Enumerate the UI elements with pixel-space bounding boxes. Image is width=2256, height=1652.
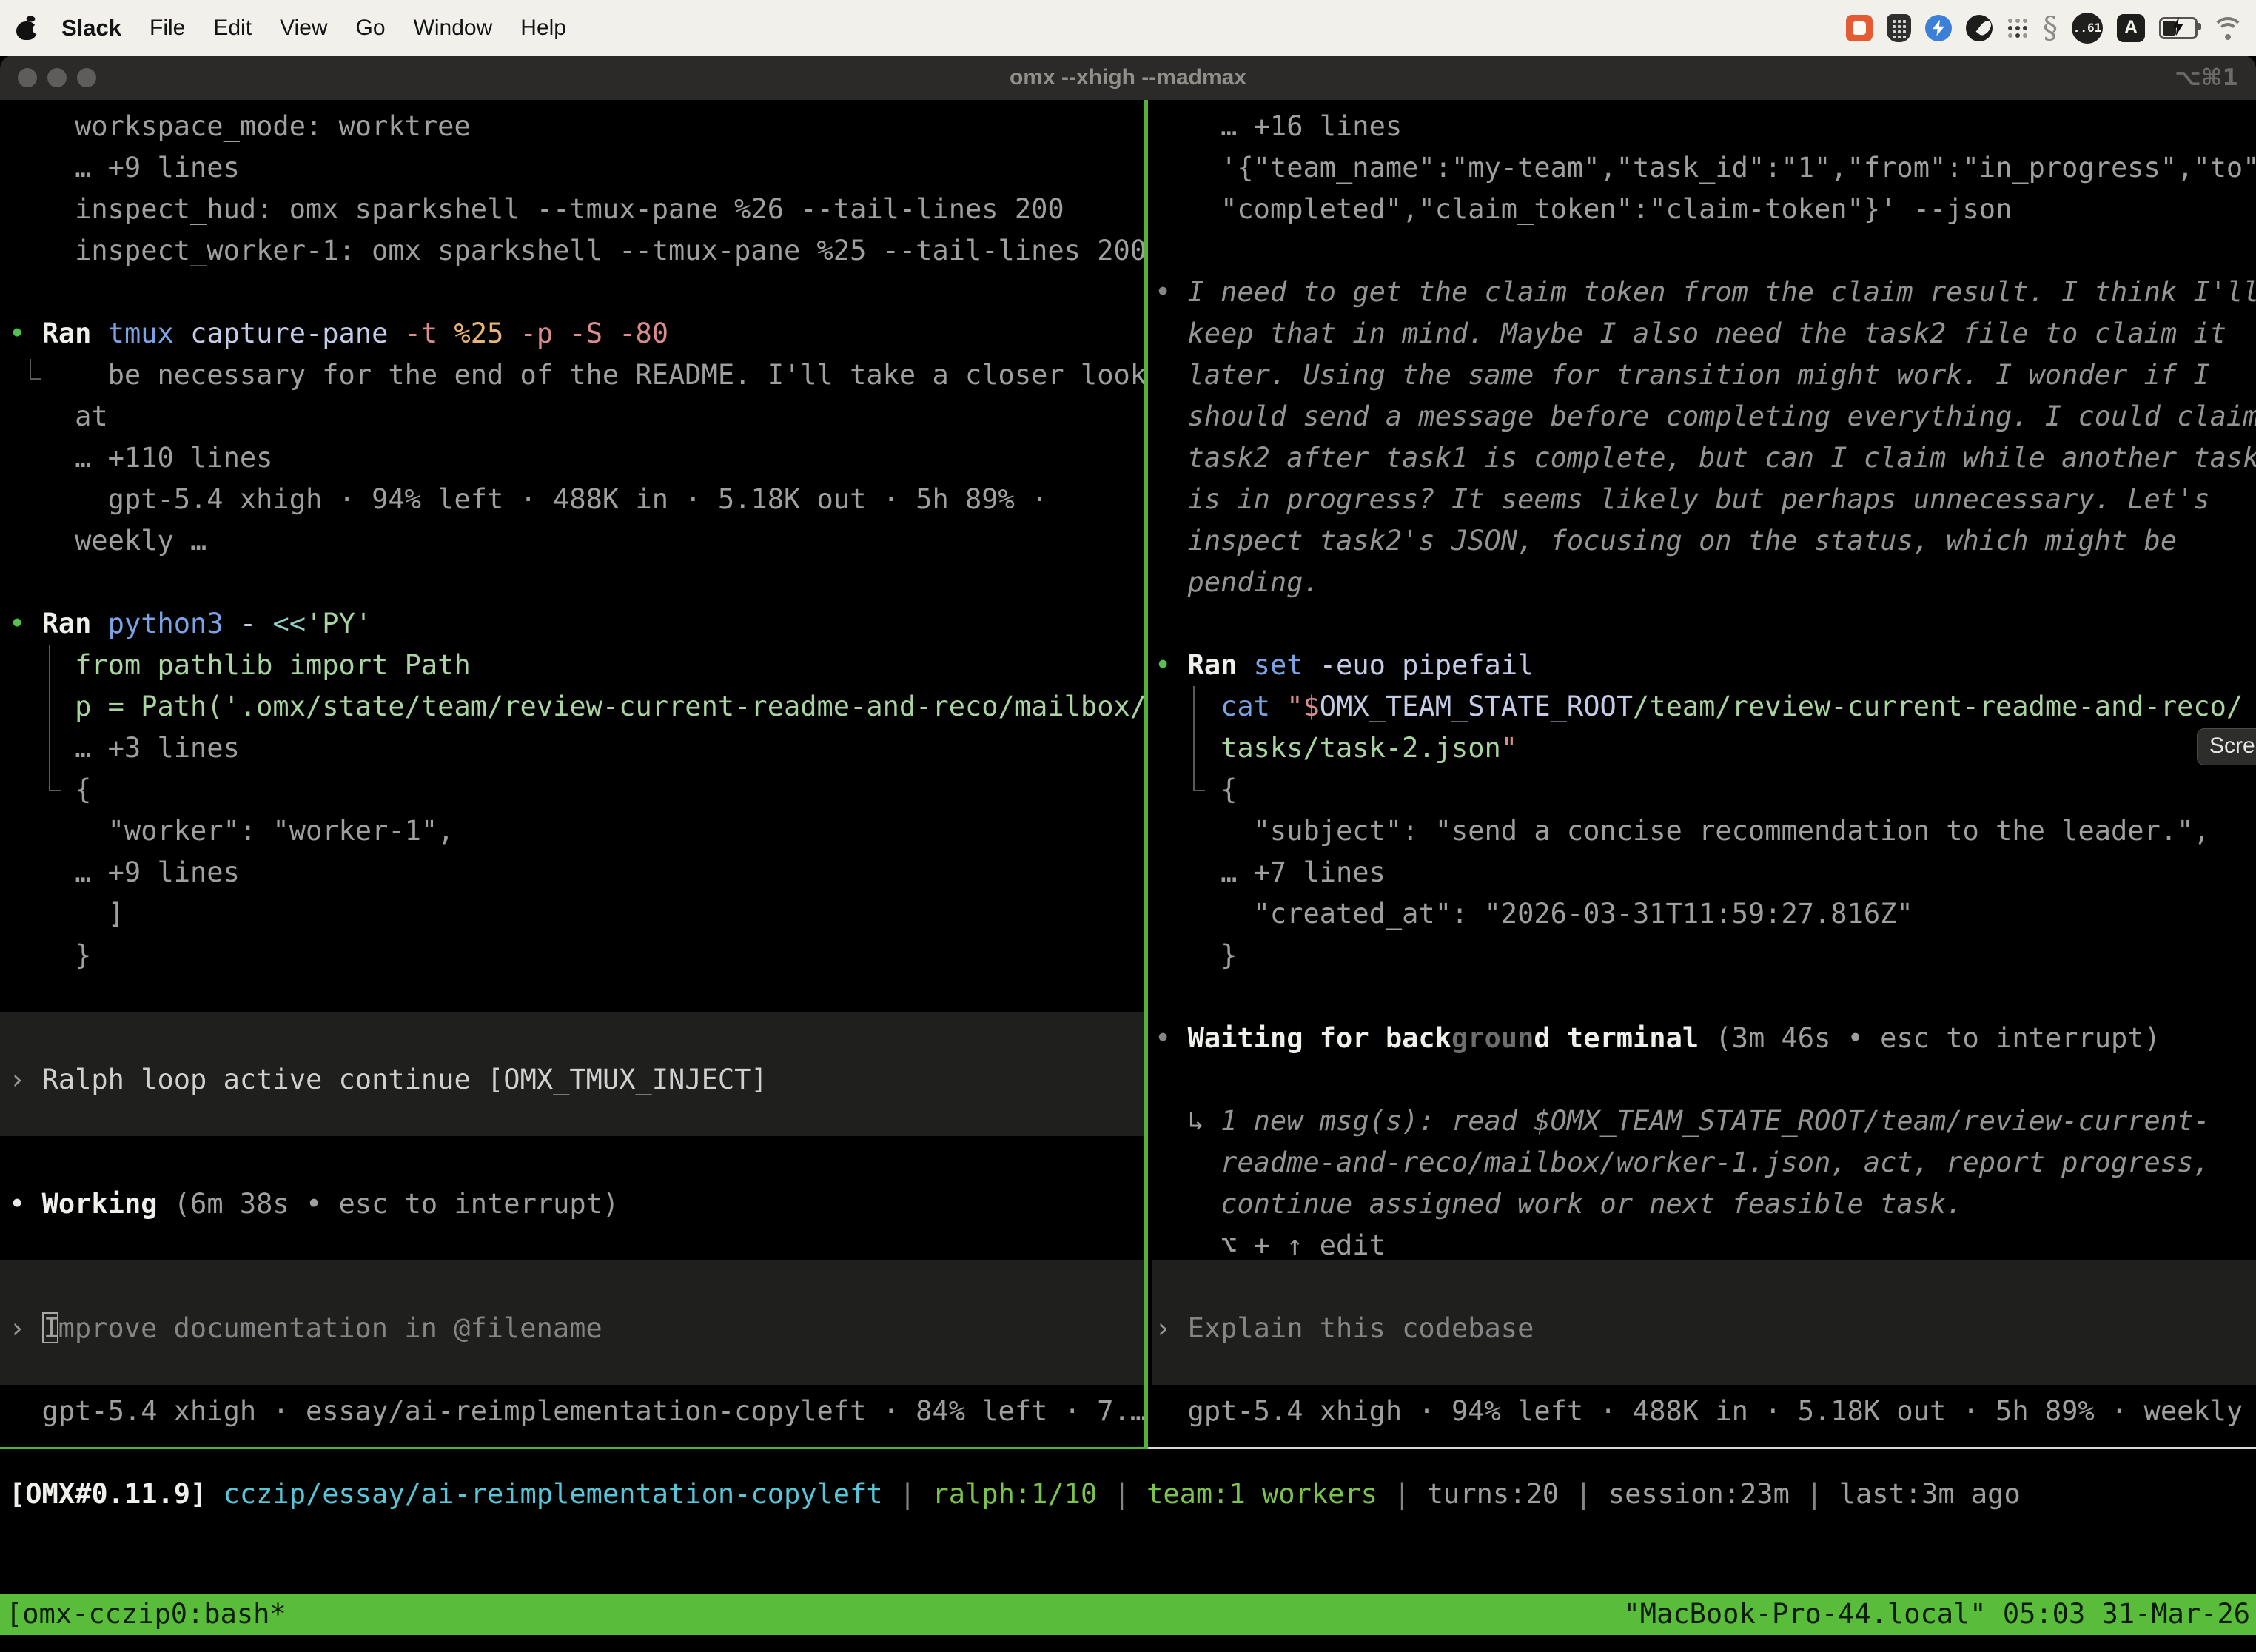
terminal-line: ] [9, 893, 124, 935]
terminal-line: is in progress? It seems likely but perh… [1155, 479, 2210, 520]
tmux-session-label: [omx-cczip0:bash* [6, 1594, 286, 1635]
terminal-line: … +7 lines [1155, 852, 1386, 893]
dots-grid-icon[interactable] [2007, 17, 2029, 39]
text-cursor: I [42, 1312, 58, 1343]
omx-status-line: [OMX#0.11.9] cczip/essay/ai-reimplementa… [9, 1474, 2021, 1515]
terminal-line: workspace_mode: worktree [9, 106, 471, 147]
menu-item-view[interactable]: View [266, 16, 341, 41]
battery-icon[interactable] [2159, 17, 2198, 39]
command-ran-python3: • Ran python3 - <<'PY' [9, 603, 372, 645]
terminal-line: inspect task2's JSON, focusing on the st… [1155, 520, 2177, 562]
terminal-line: should send a message before completing … [1155, 396, 2256, 437]
command-ran-tmux-capture: • Ran tmux capture-pane -t %25 -p -S -80 [9, 313, 668, 355]
terminal-line: … +3 lines [9, 728, 240, 769]
terminal-line: … +9 lines [9, 852, 240, 893]
terminal-line: from pathlib import Path [9, 645, 471, 686]
terminal-line: gpt-5.4 xhigh · 94% left · 488K in · 5.1… [9, 479, 1047, 520]
model-status-right: gpt-5.4 xhigh · 94% left · 488K in · 5.1… [1155, 1391, 2256, 1432]
input-source-icon[interactable]: A [2117, 14, 2145, 42]
terminal-line: "subject": "send a concise recommendatio… [1155, 810, 2210, 852]
menu-bar: Slack FileEditViewGoWindowHelp § ..61 A [0, 0, 2256, 56]
minimize-icon[interactable] [47, 68, 67, 87]
chat-bubble-icon[interactable] [1846, 15, 1873, 41]
terminal-line: '{"team_name":"my-team","task_id":"1","f… [1155, 147, 2256, 189]
screen-tooltip: Scre [2197, 728, 2256, 765]
terminal-line: be necessary for the end of the README. … [9, 355, 1144, 396]
terminal-line: at [9, 396, 108, 437]
wifi-icon[interactable] [2212, 16, 2244, 41]
menu-item-edit[interactable]: Edit [199, 16, 266, 41]
menu-item-app[interactable]: Slack [47, 15, 135, 41]
waiting-status: • Waiting for background terminal (3m 46… [1155, 1018, 2161, 1059]
edit-hint: ⌥ + ↑ edit [1155, 1225, 1386, 1266]
window-title: omx --xhigh --madmax [0, 56, 2256, 100]
menu-item-window[interactable]: Window [400, 16, 507, 41]
terminal-line: pending. [1155, 562, 1320, 603]
terminal-line: later. Using the same for transition mig… [1155, 355, 2210, 396]
menu-items: Slack FileEditViewGoWindowHelp [47, 15, 580, 41]
tmux-status-bar: [omx-cczip0:bash* "MacBook-Pro-44.local"… [0, 1594, 2256, 1635]
menu-item-file[interactable]: File [135, 16, 199, 41]
ralph-loop-status: › Ralph loop active continue [OMX_TMUX_I… [9, 1059, 768, 1101]
output-bracket [49, 645, 61, 791]
terminal-line: ↳ 1 new msg(s): read $OMX_TEAM_STATE_ROO… [1155, 1101, 2210, 1142]
pane-right[interactable]: … +16 lines '{"team_name":"my-team","tas… [1152, 100, 2256, 1449]
terminal-line: "created_at": "2026-03-31T11:59:27.816Z" [1155, 893, 1913, 935]
crescent-circle-icon[interactable] [1966, 15, 1993, 41]
apple-logo-icon[interactable] [16, 16, 37, 40]
terminal-line: } [9, 935, 91, 976]
terminal-line: tasks/task-2.json" [1155, 728, 1517, 769]
terminal-line: keep that in mind. Maybe I also need the… [1155, 313, 2226, 355]
shield-grid-icon[interactable] [1887, 14, 1911, 42]
terminal-line: weekly … [9, 520, 207, 562]
tmux-host-clock: "MacBook-Pro-44.local" 05:03 31-Mar-26 [1624, 1594, 2250, 1635]
pane-divider[interactable] [1144, 100, 1148, 1449]
prompt-suggestion-explain-codebase[interactable]: › Explain this codebase [1155, 1308, 1534, 1349]
separator-left [0, 1447, 1144, 1449]
command-ran-set-pipefail: • Ran set -euo pipefail [1155, 645, 1534, 686]
terminal-line: cat "$OMX_TEAM_STATE_ROOT/team/review-cu… [1155, 686, 2243, 728]
thinking-text: • I need to get the claim token from the… [1155, 272, 2256, 313]
pane-left[interactable]: workspace_mode: worktree … +9 lines insp… [0, 100, 1144, 1449]
zoom-icon[interactable] [77, 68, 96, 87]
terminal-line: … +110 lines [9, 437, 272, 479]
terminal-line: inspect_worker-1: omx sparkshell --tmux-… [9, 230, 1144, 272]
menu-status-icons: § ..61 A [1846, 0, 2244, 56]
output-bracket [30, 359, 41, 380]
terminal-line: continue assigned work or next feasible … [1155, 1183, 1963, 1225]
close-icon[interactable] [18, 68, 37, 87]
terminal-line: … +9 lines [9, 147, 240, 189]
terminal-line: "worker": "worker-1", [9, 810, 454, 852]
spark-badge-icon[interactable] [1925, 15, 1952, 41]
terminal-line: "completed","claim_token":"claim-token"}… [1155, 189, 2012, 230]
terminal-window: omx --xhigh --madmax ⌥⌘1 workspace_mode:… [0, 56, 2256, 1652]
output-bracket [1193, 686, 1205, 791]
terminal-line: task2 after task1 is complete, but can I… [1155, 437, 2256, 479]
terminal-line: } [1155, 935, 1237, 976]
separator-right [1148, 1447, 2256, 1449]
terminal-line: readme-and-reco/mailbox/worker-1.json, a… [1155, 1142, 2210, 1183]
prompt-input-improve-documentation[interactable]: › Improve documentation in @filename [9, 1308, 602, 1349]
menu-item-go[interactable]: Go [342, 16, 400, 41]
working-status: • Working (6m 38s • esc to interrupt) [9, 1183, 619, 1225]
terminal-line: … +16 lines [1155, 106, 1402, 147]
terminal-line: inspect_hud: omx sparkshell --tmux-pane … [9, 189, 1064, 230]
window-shortcut: ⌥⌘1 [2175, 56, 2238, 100]
terminal-content: workspace_mode: worktree … +9 lines insp… [0, 100, 2256, 1652]
model-status-left: gpt-5.4 xhigh · essay/ai-reimplementatio… [9, 1391, 1144, 1432]
menu-item-help[interactable]: Help [506, 16, 580, 41]
terminal-line: p = Path('.omx/state/team/review-current… [9, 686, 1144, 728]
window-title-bar: omx --xhigh --madmax ⌥⌘1 [0, 56, 2256, 100]
count-badge-icon[interactable]: ..61 [2072, 13, 2103, 44]
s-curve-icon[interactable]: § [2043, 13, 2058, 43]
